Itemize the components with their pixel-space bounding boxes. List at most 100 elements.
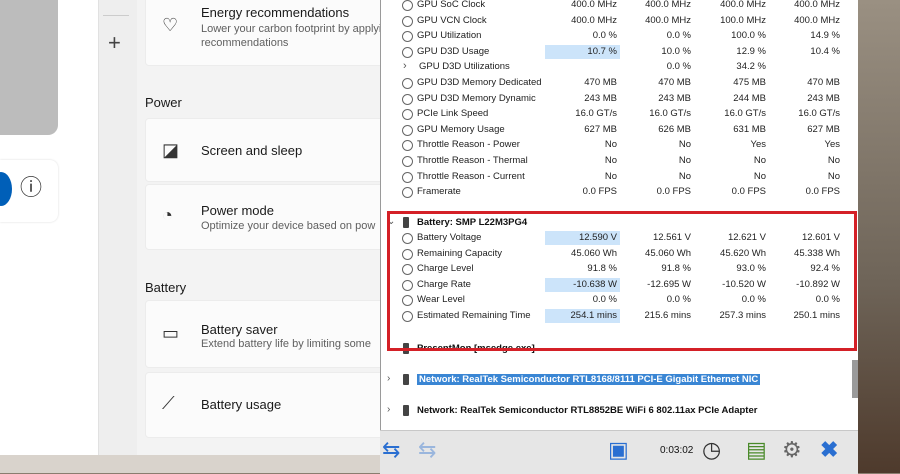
minimum-value: No (678, 170, 691, 182)
settings-window: ⓘ + ♡ Energy recommendations Lower your … (0, 0, 380, 473)
sensor-gauge-icon (402, 46, 413, 58)
sensor-row[interactable]: GPU D3D Utilizations 0.0 % 34.2 % › (381, 60, 843, 75)
sensor-name: Throttle Reason - Current (417, 170, 525, 182)
sensor-row[interactable]: GPU Memory Usage 627 MB 626 MB 631 MB 627 MB (381, 123, 843, 138)
desktop-strip (0, 455, 380, 473)
sensor-row[interactable]: Framerate 0.0 FPS 0.0 FPS 0.0 FPS 0.0 FPS (381, 185, 843, 200)
report-icon[interactable]: ▤ (746, 437, 767, 463)
screen-sleep-icon: ◪ (162, 140, 180, 160)
battery-saver-desc: Extend battery life by limiting some (201, 338, 371, 350)
maximum-value: No (753, 170, 766, 182)
side-panel (98, 0, 137, 473)
close-icon[interactable]: ✖ (820, 437, 838, 463)
sensor-gauge-icon (402, 0, 413, 11)
expand-arrow-icon[interactable]: › (387, 404, 390, 415)
current-value: 400.0 MHz (571, 14, 617, 26)
network-icon (403, 374, 409, 385)
minimum-value: 400.0 MHz (645, 0, 691, 10)
sensor-gauge-icon (402, 78, 413, 89)
network2-group-name: Network: RealTek Semiconductor RTL8852BE… (417, 405, 758, 416)
screen-sleep-title: Screen and sleep (201, 143, 303, 158)
sensor-gauge-icon (402, 140, 413, 152)
maximum-value: 16.0 GT/s (724, 108, 766, 120)
battery-section-title: Battery (145, 280, 187, 295)
minimum-value: 0.0 % (666, 30, 691, 42)
sensor-name: GPU SoC Clock (417, 0, 486, 10)
switch-arrows-disabled-icon[interactable]: ⇆ (418, 437, 436, 463)
gauge-icon: ◔ (162, 205, 173, 225)
sensor-gauge-icon (402, 171, 413, 183)
average-value: 10.4 % (810, 45, 840, 57)
divider (103, 15, 129, 16)
sensor-row[interactable]: Throttle Reason - Power No No Yes Yes (381, 138, 843, 153)
minimum-value: 0.0 FPS (656, 186, 691, 198)
sensor-name: PCIe Link Speed (417, 108, 489, 120)
energy-desc-line2: recommendations (201, 37, 289, 49)
network1-group-name: Network: RealTek Semiconductor RTL8168/8… (417, 374, 761, 385)
expand-arrow-icon[interactable]: › (403, 60, 407, 72)
sensor-name: Throttle Reason - Thermal (417, 155, 528, 166)
network2-group-header[interactable]: › Network: RealTek Semiconductor RTL8852… (381, 403, 843, 419)
minimum-value: 400.0 MHz (645, 14, 691, 26)
battery-saver-card[interactable]: ▭ Battery saver Extend battery life by l… (145, 300, 380, 368)
sensor-name: Framerate (417, 186, 461, 198)
power-section-title: Power (145, 95, 182, 110)
sensor-row[interactable]: Throttle Reason - Current No No No No (381, 170, 843, 185)
average-value: 400.0 MHz (794, 14, 840, 26)
battery-usage-card[interactable]: ⟋ Battery usage (145, 372, 380, 438)
sensor-gauge-icon (402, 187, 413, 199)
network1-group-header[interactable]: › Network: RealTek Semiconductor RTL8168… (381, 372, 843, 388)
maximum-value: 400.0 MHz (720, 0, 766, 10)
sensor-name: Throttle Reason - Power (417, 139, 520, 151)
maximum-value: 475 MB (733, 77, 766, 88)
sensor-row[interactable]: GPU D3D Memory Dynamic 243 MB 243 MB 244 MB… (381, 92, 843, 107)
sensor-name: GPU VCN Clock (417, 14, 487, 26)
average-value: 0.0 FPS (805, 186, 840, 198)
power-mode-card[interactable]: ◔ Power mode Optimize your device based … (145, 184, 380, 250)
current-value: 10.7 % (587, 45, 617, 57)
desktop-background (858, 0, 900, 473)
maximum-value: Yes (750, 139, 767, 151)
minimum-value: 470 MB (658, 77, 691, 88)
battery-saver-icon: ▭ (162, 323, 180, 343)
sensor-row[interactable]: Throttle Reason - Thermal No No No No (381, 154, 843, 169)
minimum-value: 10.0 % (661, 45, 691, 57)
average-value: Yes (824, 139, 841, 151)
info-icon[interactable]: ⓘ (20, 170, 42, 202)
sensor-row[interactable]: GPU SoC Clock 400.0 MHz 400.0 MHz 400.0 MHz… (381, 0, 843, 13)
sensor-gauge-icon (402, 156, 413, 167)
minimum-value: No (678, 139, 691, 151)
sensor-gauge-icon (402, 15, 413, 27)
energy-title: Energy recommendations (201, 5, 350, 20)
current-value: 470 MB (584, 77, 617, 88)
thumbnail-card[interactable] (0, 0, 58, 135)
battery-saver-title: Battery saver (201, 322, 278, 337)
current-value: 400.0 MHz (571, 0, 617, 10)
expand-arrow-icon[interactable]: › (387, 373, 390, 384)
sensor-gauge-icon (402, 124, 413, 136)
maximum-value: 100.0 MHz (720, 14, 766, 26)
plus-icon[interactable]: + (108, 30, 121, 56)
average-value: 470 MB (807, 77, 840, 88)
power-mode-title: Power mode (201, 203, 274, 218)
maximum-value: 0.0 FPS (731, 186, 766, 198)
screen-sleep-card[interactable]: ◪ Screen and sleep (145, 118, 380, 182)
average-value: 627 MB (807, 123, 840, 135)
elapsed-timer: 0:03:02 (660, 445, 694, 456)
clock-icon[interactable]: ◷ (702, 437, 721, 463)
sensor-row[interactable]: GPU D3D Usage 10.7 % 10.0 % 12.9 % 10.4 % (381, 44, 843, 60)
average-value: 243 MB (807, 92, 840, 104)
sensor-row[interactable]: GPU Utilization 0.0 % 0.0 % 100.0 % 14.9 % (381, 29, 843, 44)
sensor-row[interactable]: PCIe Link Speed 16.0 GT/s 16.0 GT/s 16.0 GT… (381, 107, 843, 122)
maximum-value: 34.2 % (736, 61, 766, 73)
sensor-row[interactable]: GPU VCN Clock 400.0 MHz 400.0 MHz 100.0 MHz… (381, 14, 843, 29)
switch-arrows-icon[interactable]: ⇆ (382, 437, 400, 463)
minimum-value: No (678, 155, 691, 166)
current-value: 627 MB (584, 123, 617, 135)
current-value: No (604, 170, 617, 182)
sensor-row[interactable]: GPU D3D Memory Dedicated 470 MB 470 MB 475 … (381, 76, 843, 91)
sensor-name: GPU Utilization (417, 30, 482, 42)
network-computers-icon[interactable]: ▣ (608, 437, 629, 463)
energy-recommendations-card[interactable]: ♡ Energy recommendations Lower your carb… (145, 0, 380, 66)
settings-gear-icon[interactable]: ⚙ (782, 437, 802, 463)
